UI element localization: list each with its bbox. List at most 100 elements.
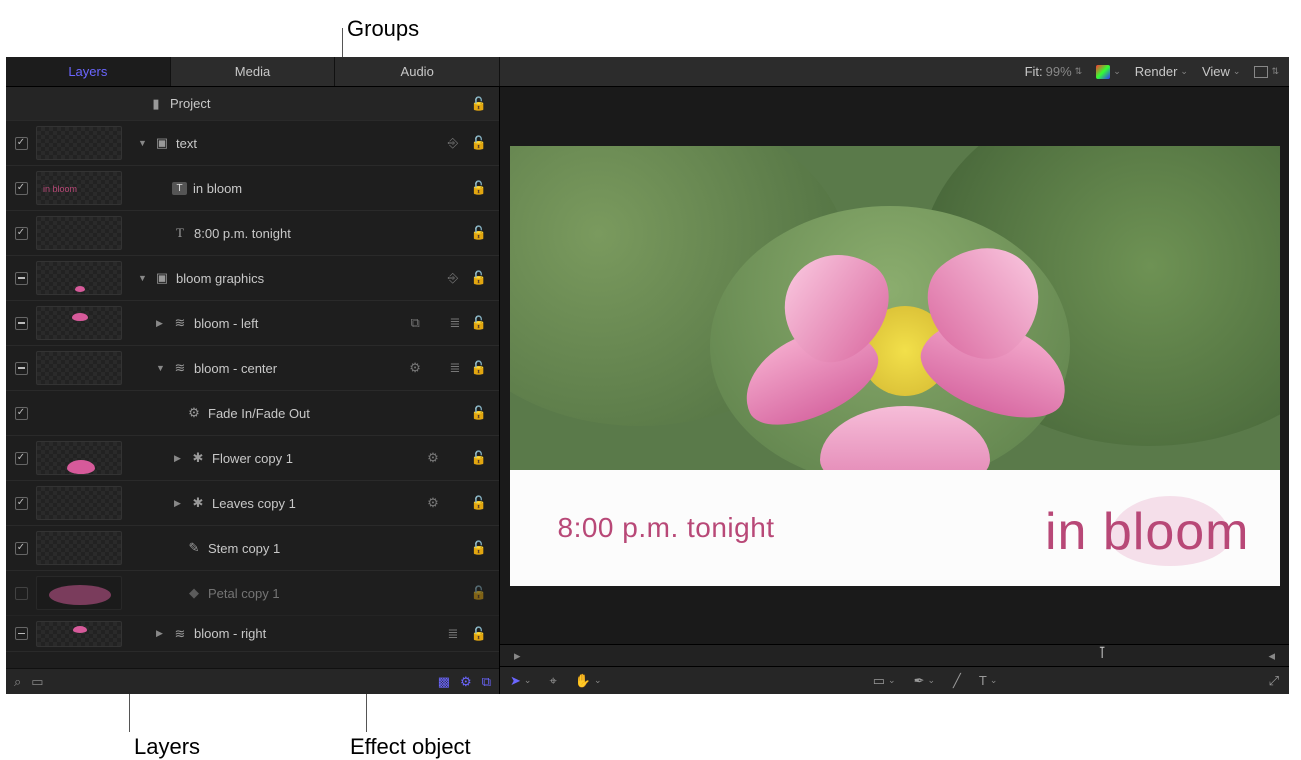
disclosure-triangle[interactable]: ▼ bbox=[156, 363, 166, 373]
clone-icon[interactable]: ⧉ bbox=[409, 315, 421, 331]
visibility-checkbox[interactable] bbox=[6, 587, 36, 600]
lock-icon[interactable]: 🔓 bbox=[471, 626, 487, 642]
canvas-area: 8:00 p.m. tonight in bloom ▸ ◂ ⊺ ➤⌄ ⌖ ✋⌄… bbox=[500, 87, 1289, 694]
behavior-toggle-icon[interactable]: ⚙ bbox=[460, 674, 472, 690]
line-tool-icon[interactable]: ╱ bbox=[953, 673, 961, 689]
row-label: Fade In/Fade Out bbox=[208, 406, 310, 421]
layer-leaves-row[interactable]: ✓ ▶✱Leaves copy 1 ⚙🔓 bbox=[6, 481, 499, 526]
disclosure-triangle[interactable]: ▶ bbox=[174, 453, 184, 464]
lock-icon[interactable]: 🔓 bbox=[471, 270, 487, 286]
visibility-checkbox[interactable]: ✓ bbox=[6, 227, 36, 240]
row-label: Petal copy 1 bbox=[208, 586, 280, 601]
color-channel-menu[interactable]: ⌄ bbox=[1096, 65, 1121, 79]
disclosure-triangle[interactable]: ▶ bbox=[156, 628, 166, 639]
checker-toggle-icon[interactable]: ▩ bbox=[438, 674, 450, 690]
blend-icon[interactable]: ≣ bbox=[449, 360, 461, 376]
tab-media[interactable]: Media bbox=[171, 57, 336, 86]
visibility-checkbox[interactable]: ✓ bbox=[6, 542, 36, 555]
search-icon[interactable]: ⌕ bbox=[14, 674, 21, 690]
group-text-row[interactable]: ✓ ▼▣text ⎆🔓 bbox=[6, 121, 499, 166]
row-label: bloom graphics bbox=[176, 271, 264, 286]
effect-fade-row[interactable]: ✓ ⚙Fade In/Fade Out 🔓 bbox=[6, 391, 499, 436]
thumbnail: in bloom bbox=[36, 171, 122, 205]
behavior-icon[interactable]: ⚙ bbox=[409, 360, 421, 376]
pass-through-icon[interactable]: ⎆ bbox=[445, 135, 461, 151]
visibility-checkbox[interactable] bbox=[6, 362, 36, 375]
pen-tool-icon[interactable]: ✒⌄ bbox=[914, 673, 935, 689]
row-label: in bloom bbox=[193, 181, 242, 196]
group-bloom-left-row[interactable]: ▶≋bloom - left ⧉≣🔓 bbox=[6, 301, 499, 346]
disclosure-triangle[interactable]: ▼ bbox=[138, 138, 148, 148]
project-row[interactable]: ▮Project 🔓 bbox=[6, 87, 499, 121]
view-menu[interactable]: View⌄ bbox=[1202, 64, 1241, 79]
fit-control[interactable]: Fit: 99% ⇅ bbox=[1025, 64, 1083, 79]
visibility-checkbox[interactable] bbox=[6, 627, 36, 640]
viewer[interactable]: 8:00 p.m. tonight in bloom bbox=[500, 87, 1289, 644]
playhead-icon[interactable]: ⊺ bbox=[1098, 643, 1106, 663]
group-bloom-graphics-row[interactable]: ▼▣bloom graphics ⎆🔓 bbox=[6, 256, 499, 301]
visibility-checkbox[interactable]: ✓ bbox=[6, 407, 36, 420]
pan-tool-icon[interactable]: ✋⌄ bbox=[575, 673, 602, 689]
lock-icon[interactable]: 🔓 bbox=[471, 135, 487, 151]
disclosure-triangle[interactable]: ▶ bbox=[174, 498, 184, 509]
render-menu[interactable]: Render⌄ bbox=[1135, 64, 1188, 79]
blend-icon[interactable]: ≣ bbox=[445, 626, 461, 642]
layer-stem-row[interactable]: ✓ ✎Stem copy 1 🔓 bbox=[6, 526, 499, 571]
project-label: Project bbox=[170, 96, 210, 111]
lock-icon[interactable]: 🔓 bbox=[471, 540, 487, 556]
thumbnail bbox=[36, 216, 122, 250]
row-label: bloom - right bbox=[194, 626, 266, 641]
orbit-tool-icon[interactable]: ⌖ bbox=[549, 673, 556, 689]
layer-flower-row[interactable]: ✓ ▶✱Flower copy 1 ⚙🔓 bbox=[6, 436, 499, 481]
pass-through-icon[interactable]: ⎆ bbox=[445, 270, 461, 286]
blend-icon[interactable]: ≣ bbox=[449, 315, 461, 331]
layer-petal-row[interactable]: ◆Petal copy 1 🔓 bbox=[6, 571, 499, 616]
lock-icon[interactable]: 🔓 bbox=[471, 180, 487, 196]
canvas-frame: 8:00 p.m. tonight in bloom bbox=[510, 146, 1280, 586]
behavior-icon[interactable]: ⚙ bbox=[425, 495, 441, 511]
lock-icon[interactable]: 🔓 bbox=[471, 96, 487, 112]
visibility-checkbox[interactable]: ✓ bbox=[6, 137, 36, 150]
visibility-checkbox[interactable]: ✓ bbox=[6, 497, 36, 510]
text-tool-icon[interactable]: T⌄ bbox=[979, 673, 998, 688]
canvas-toolbar-bottom: ➤⌄ ⌖ ✋⌄ ▭⌄ ✒⌄ ╱ T⌄ ⤢ bbox=[500, 666, 1289, 694]
tab-audio[interactable]: Audio bbox=[335, 57, 500, 86]
lock-icon[interactable]: 🔓 bbox=[471, 315, 487, 331]
lock-icon[interactable]: 🔓 bbox=[471, 450, 487, 466]
lock-icon[interactable]: 🔓 bbox=[471, 405, 487, 421]
arrow-tool-icon[interactable]: ➤⌄ bbox=[510, 673, 531, 689]
stack-icon[interactable]: ▭ bbox=[31, 674, 43, 690]
in-marker-icon[interactable]: ▸ bbox=[514, 648, 521, 664]
out-marker-icon[interactable]: ◂ bbox=[1268, 648, 1275, 664]
row-label: bloom - center bbox=[194, 361, 277, 376]
visibility-checkbox[interactable]: ✓ bbox=[6, 182, 36, 195]
text-layer-icon: T bbox=[172, 225, 188, 241]
view-label: View bbox=[1202, 64, 1230, 79]
visibility-checkbox[interactable] bbox=[6, 317, 36, 330]
mini-timeline[interactable]: ▸ ◂ ⊺ bbox=[500, 644, 1289, 666]
group-bloom-center-row[interactable]: ▼ ≋ bloom - center ⚙ ≣ 🔓 bbox=[6, 346, 499, 391]
behavior-icon[interactable]: ⚙ bbox=[425, 450, 441, 466]
row-label: bloom - left bbox=[194, 316, 258, 331]
frame-toggle-icon[interactable]: ⧉ bbox=[482, 674, 491, 690]
layer-time-row[interactable]: ✓ T8:00 p.m. tonight 🔓 bbox=[6, 211, 499, 256]
lock-icon[interactable]: 🔓 bbox=[471, 495, 487, 511]
lock-icon[interactable]: 🔓 bbox=[471, 225, 487, 241]
canvas-toolbar: Fit: 99% ⇅ ⌄ Render⌄ View⌄ ⇅ bbox=[500, 57, 1289, 86]
layout-menu[interactable]: ⇅ bbox=[1254, 66, 1279, 78]
panel-footer: ⌕ ▭ ▩ ⚙ ⧉ bbox=[6, 668, 499, 694]
layer-stack-icon: ≋ bbox=[172, 360, 188, 376]
expand-tool-icon[interactable]: ⤢ bbox=[1269, 673, 1279, 689]
rect-tool-icon[interactable]: ▭⌄ bbox=[873, 673, 896, 689]
thumbnail bbox=[36, 306, 122, 340]
visibility-checkbox[interactable] bbox=[6, 272, 36, 285]
lock-icon[interactable]: 🔓 bbox=[471, 585, 487, 601]
visibility-checkbox[interactable]: ✓ bbox=[6, 452, 36, 465]
thumbnail bbox=[36, 261, 122, 295]
disclosure-triangle[interactable]: ▼ bbox=[138, 273, 148, 283]
group-bloom-right-row[interactable]: ▶≋bloom - right ≣🔓 bbox=[6, 616, 499, 652]
disclosure-triangle[interactable]: ▶ bbox=[156, 318, 166, 329]
tab-layers[interactable]: Layers bbox=[6, 57, 171, 86]
layer-in-bloom-row[interactable]: ✓ in bloom Tin bloom 🔓 bbox=[6, 166, 499, 211]
lock-icon[interactable]: 🔓 bbox=[471, 360, 487, 376]
